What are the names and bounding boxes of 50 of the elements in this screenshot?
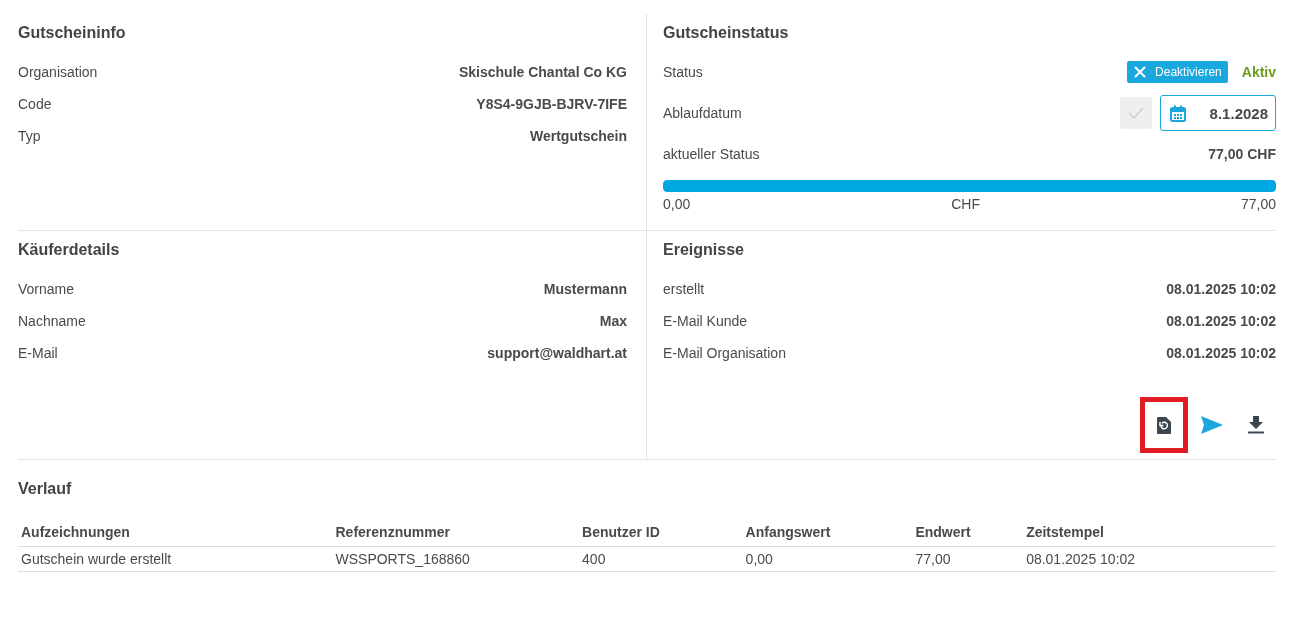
table-cell: WSSPORTS_168860 (332, 546, 580, 572)
table-cell: 08.01.2025 10:02 (1023, 546, 1276, 572)
send-icon[interactable] (1201, 416, 1223, 434)
field-label: aktueller Status (663, 146, 760, 162)
table-cell: Gutschein wurde erstellt (18, 546, 333, 572)
field-label: Organisation (18, 64, 98, 80)
section-title: Gutscheininfo (18, 24, 127, 42)
status-text: Aktiv (1241, 64, 1276, 80)
table-cell: 400 (579, 546, 743, 572)
table-cell: 77,00 (912, 546, 1024, 572)
section-title: Gutscheinstatus (663, 24, 790, 42)
field-label: Vorname (18, 281, 75, 297)
event-time: 08.01.2025 10:02 (1166, 281, 1276, 297)
field-value: support@waldhart.at (487, 345, 627, 361)
field-label: Code (18, 96, 52, 112)
section-title: Käuferdetails (18, 241, 121, 259)
event-time: 08.01.2025 10:02 (1166, 313, 1276, 329)
section-title: Ereignisse (663, 241, 745, 259)
scale-max: 77,00 (1240, 196, 1276, 212)
field-value: Max (599, 313, 627, 329)
column-header: Anfangswert (742, 518, 913, 547)
event-time: 08.01.2025 10:02 (1166, 345, 1276, 361)
event-label: E-Mail Kunde (663, 313, 748, 329)
download-icon[interactable] (1248, 416, 1264, 434)
column-header: Benutzer ID (579, 518, 743, 547)
field-value: Y8S4-9GJB-BJRV-7IFE (476, 96, 627, 112)
field-value: 77,00 CHF (1208, 146, 1276, 162)
calendar-icon (1169, 104, 1186, 122)
field-label: E-Mail (18, 345, 58, 361)
section-title: Verlauf (18, 480, 73, 498)
table-cell: 0,00 (742, 546, 913, 572)
close-icon (1133, 65, 1148, 79)
column-header: Aufzeichnungen (18, 518, 333, 547)
field-value: Wertgutschein (530, 128, 627, 144)
field-label: Status (663, 64, 703, 80)
field-label: Nachname (18, 313, 86, 329)
event-label: erstellt (663, 281, 705, 297)
scale-min: 0,00 (663, 196, 691, 212)
column-header: Referenznummer (332, 518, 580, 547)
event-label: E-Mail Organisation (663, 345, 786, 361)
field-value: Skischule Chantal Co KG (458, 64, 627, 80)
field-value: Mustermann (543, 281, 627, 297)
column-header: Zeitstempel (1023, 518, 1276, 547)
field-label: Ablaufdatum (663, 105, 742, 121)
check-icon (1127, 107, 1144, 119)
field-label: Typ (18, 128, 41, 144)
document-reset-icon[interactable] (1156, 415, 1172, 435)
scale-unit: CHF (951, 196, 980, 212)
date-field[interactable]: 8.1.2028 (1159, 95, 1276, 131)
column-header: Endwert (912, 518, 1024, 547)
